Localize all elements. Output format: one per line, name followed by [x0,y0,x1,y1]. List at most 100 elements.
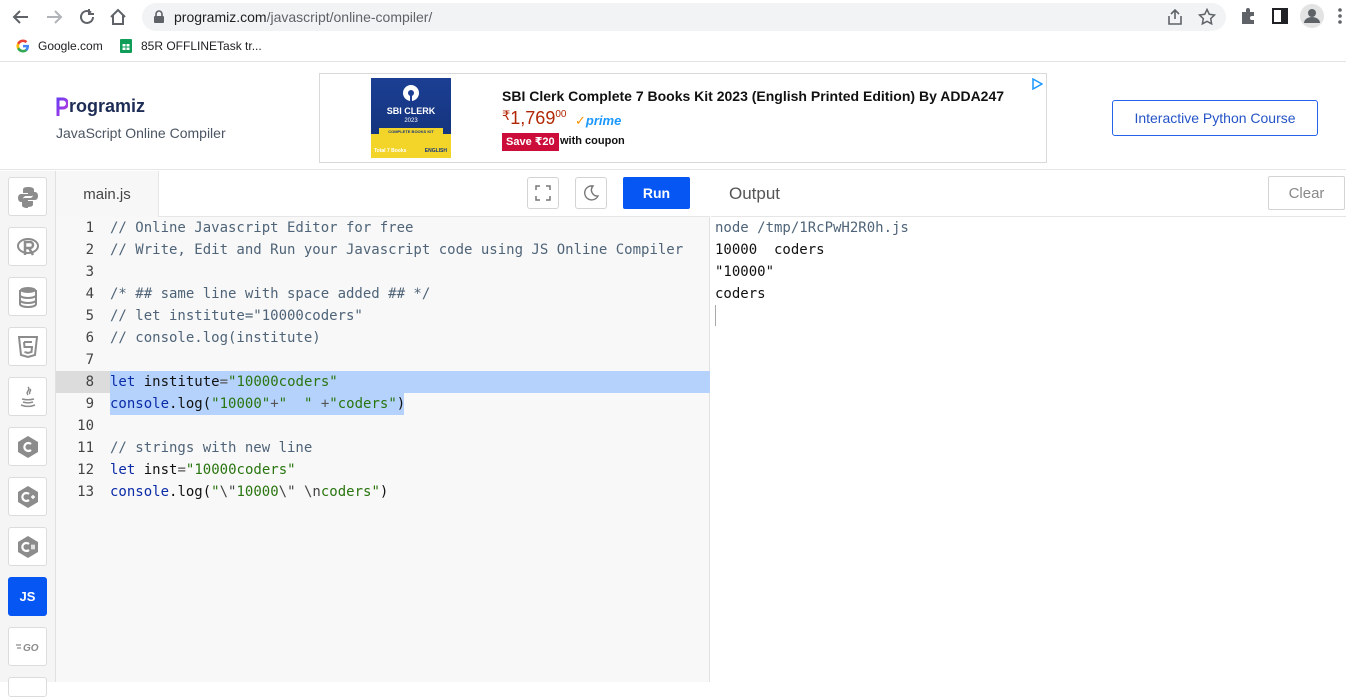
code-text: // Write, Edit and Run your Javascript c… [110,242,684,258]
interactive-python-course-button[interactable]: Interactive Python Course [1112,100,1318,136]
back-arrow-icon [12,10,28,24]
csharp-icon [17,535,38,558]
prime-label: prime [585,113,622,128]
ad-product-image[interactable]: SBI CLERK 2023 COMPLETE BOOKS KIT Total … [371,78,451,158]
code-line[interactable]: 13 console.log("\"10000\" \ncoders") [56,481,710,503]
code-line-selected[interactable]: 9 console.log("10000"+" " +"coders") [56,393,710,415]
bookmark-google[interactable]: Google.com [16,39,103,53]
line-number: 8 [56,371,110,393]
ad-image-language: ENGLISH [424,148,447,154]
ad-image-title: SBI CLERK [386,106,436,116]
code-line[interactable]: 4 /* ## same line with space added ## */ [56,283,710,305]
cpp-language-button[interactable] [8,477,47,516]
svg-text:GO: GO [23,643,39,653]
extensions-icon[interactable] [1238,6,1258,26]
csharp-language-button[interactable] [8,527,47,566]
side-panel-icon[interactable] [1270,6,1290,26]
code-editor[interactable]: 1 // Online Javascript Editor for free 2 /… [56,217,710,682]
editor-toolbar: main.js Run [56,171,710,217]
logo-text: rogramiz [69,96,146,116]
sql-language-button[interactable] [8,277,47,316]
code-text: /* ## same line with space added ## */ [110,286,431,302]
line-number: 10 [77,418,94,434]
line-number: 9 [85,396,94,412]
ad-image-book-count: Total 7 Books [374,148,407,154]
html-language-button[interactable] [8,327,47,366]
code-line[interactable]: 12 let inst="10000coders" [56,459,710,481]
ad-price: ₹1,76900 [502,108,566,129]
site-header: rogramiz JavaScript Online Compiler SBI … [0,66,1346,170]
go-language-button[interactable]: GO [8,627,47,666]
back-button[interactable] [10,6,32,28]
js-label: JS [19,589,36,604]
r-language-button[interactable] [8,227,47,266]
home-icon [110,8,126,25]
more-language-button[interactable] [8,677,47,697]
bookmarks-bar: Google.com 85R OFFLINETask tr... [0,34,1346,62]
ad-title[interactable]: SBI Clerk Complete 7 Books Kit 2023 (Eng… [502,88,1004,104]
c-icon [17,435,38,458]
code-line[interactable]: 1 // Online Javascript Editor for free [56,217,710,239]
code-text: console.log("\"10000\" \ncoders") [110,484,389,500]
forward-button[interactable] [43,6,65,28]
code-text: let institute="10000coders" [110,374,338,390]
line-number: 11 [77,440,94,456]
r-icon [16,237,39,256]
reload-icon [80,9,94,24]
html5-icon [17,335,38,358]
line-number: 4 [85,286,94,302]
run-button[interactable]: Run [623,177,690,209]
output-header: Output Clear [711,171,1346,217]
line-number: 5 [85,308,94,324]
address-bar[interactable]: programiz.com/javascript/online-compiler… [142,3,1226,31]
bookmark-task-tracker[interactable]: 85R OFFLINETask tr... [119,39,262,53]
java-language-button[interactable] [8,377,47,416]
ad-coupon-text: with coupon [560,135,625,147]
code-line[interactable]: 5 // let institute="10000coders" [56,305,710,327]
output-console[interactable]: node /tmp/1RcPwH2R0h.js 10000 coders "10… [711,217,1346,682]
sbi-logo-icon [403,85,419,101]
code-line[interactable]: 2 // Write, Edit and Run your Javascript … [56,239,710,261]
code-line[interactable]: 3 [56,261,710,283]
home-button[interactable] [107,6,129,28]
browser-toolbar: programiz.com/javascript/online-compiler… [0,0,1346,34]
database-icon [18,286,37,308]
ad-price-whole: 1,769 [510,108,556,128]
output-line: node /tmp/1RcPwH2R0h.js [715,220,909,236]
code-line[interactable]: 10 [56,415,710,437]
cplusplus-icon [17,485,38,508]
javascript-language-button[interactable]: JS [8,577,47,616]
code-line[interactable]: 6 // console.log(institute) [56,327,710,349]
c-language-button[interactable] [8,427,47,466]
url-text: programiz.com/javascript/online-compiler… [174,9,432,25]
tab-main-js[interactable]: main.js [56,171,159,217]
python-language-button[interactable] [8,177,47,216]
ad-image-band: COMPLETE BOOKS KIT [379,128,443,135]
code-text: console.log("10000"+" " +"coders") [110,396,406,412]
code-line[interactable]: 7 [56,349,710,371]
code-line[interactable]: 11 // strings with new line [56,437,710,459]
ad-image-year: 2023 [404,118,418,124]
programiz-logo[interactable]: rogramiz [56,96,145,117]
go-icon: GO [15,643,39,653]
reload-button[interactable] [76,6,98,28]
menu-dots-icon[interactable] [1336,6,1344,26]
programiz-logo-icon [56,97,68,116]
line-number: 7 [85,352,94,368]
language-sidebar: JS GO [0,171,56,697]
dark-mode-button[interactable] [575,177,607,209]
python-icon [17,186,38,208]
code-line-selected[interactable]: 8 let institute="10000coders" [56,371,710,393]
profile-avatar-icon[interactable] [1300,4,1324,28]
ad-save-badge: Save ₹20 [502,133,559,151]
share-icon[interactable] [1166,8,1184,26]
java-icon [20,385,35,407]
clear-button[interactable]: Clear [1268,176,1345,210]
line-number: 6 [85,330,94,346]
advertisement-banner[interactable]: SBI CLERK 2023 COMPLETE BOOKS KIT Total … [319,73,1047,163]
lock-icon[interactable] [152,10,166,24]
adchoices-icon[interactable] [1031,78,1043,90]
star-icon[interactable] [1198,8,1216,26]
fullscreen-button[interactable] [527,177,559,209]
sheets-favicon-icon [120,39,132,53]
